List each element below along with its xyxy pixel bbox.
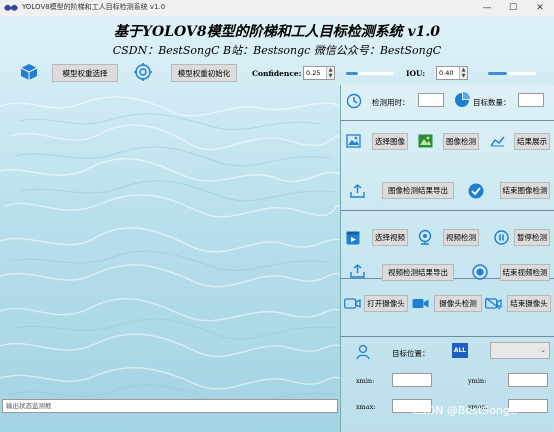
close-camera-button[interactable]: 结束摄像头 [507, 295, 551, 312]
divider [340, 120, 554, 121]
cube-icon [20, 64, 38, 80]
model-weight-init-button[interactable]: 模型权重初始化 [171, 64, 237, 82]
confidence-value: 0.25 [306, 69, 321, 77]
photo-detect-icon [418, 134, 433, 148]
window-title: YOLOV8模型的阶梯和工人目标检测系统 v1.0 [22, 3, 166, 11]
camera-icon [344, 298, 361, 309]
webcam-icon [418, 229, 432, 245]
image-export-button[interactable]: 图像检测结果导出 [382, 182, 454, 199]
ymin-label: ymin: [468, 377, 487, 385]
divider [340, 336, 554, 337]
image-detect-button[interactable]: 图像检测 [443, 133, 479, 150]
window-titlebar: YOLOV8模型的阶梯和工人目标检测系统 v1.0 — ☐ ✕ [0, 0, 554, 17]
xmax-label: xmax: [356, 403, 376, 411]
video-export-button[interactable]: 视频检测结果导出 [382, 264, 454, 281]
line-chart-icon [490, 136, 505, 147]
video-file-icon [346, 231, 360, 245]
select-video-button[interactable]: 选择视频 [372, 229, 408, 246]
main-window: 基于YOLOV8模型的阶梯和工人目标检测系统 v1.0 CSDN：BestSon… [0, 16, 554, 432]
open-camera-button[interactable]: 打开摄像头 [364, 295, 408, 312]
confidence-label: Confidence: [252, 69, 302, 78]
confidence-slider-fill [346, 72, 358, 75]
close-icon[interactable]: ✕ [527, 0, 553, 16]
image-icon [346, 134, 361, 148]
output-status-box[interactable]: 输出状态监测框 [2, 399, 338, 413]
ymin-value [508, 373, 548, 387]
target-position-label: 目标位置： [392, 349, 430, 358]
end-image-detect-button[interactable]: 结束图像检测 [500, 182, 550, 199]
confidence-slider[interactable] [346, 72, 394, 75]
detection-time-label: 检测用时： [372, 98, 410, 107]
spin-arrows-icon[interactable]: ▲ ▼ [326, 67, 334, 79]
location-person-icon [356, 344, 370, 360]
detection-time-value [418, 93, 444, 107]
minimize-icon[interactable]: — [474, 0, 500, 16]
target-count-label: 目标数量： [473, 98, 511, 107]
result-show-button[interactable]: 结果展示 [514, 133, 550, 150]
spin-arrows-icon[interactable]: ▲ ▼ [459, 67, 467, 79]
pause-detect-button[interactable]: 暂停检测 [514, 229, 550, 246]
page-subtitle: CSDN：BestSongC B站：Bestsongc 微信公众号：BestSo… [112, 44, 442, 57]
divider [340, 210, 554, 211]
export-icon [350, 184, 365, 198]
xmin-value [392, 373, 432, 387]
app-logo-icon [4, 4, 18, 11]
confidence-spinbox[interactable]: 0.25 ▲ ▼ [303, 66, 335, 80]
iou-slider[interactable] [488, 72, 536, 75]
target-count-value [518, 93, 544, 107]
camera-off-icon [485, 297, 502, 310]
pie-chart-icon [455, 92, 470, 107]
video-detect-button[interactable]: 视频检测 [443, 229, 479, 246]
pause-icon [494, 230, 509, 245]
camera-detect-button[interactable]: 摄像头检测 [434, 295, 482, 312]
all-badge-icon: ALL [452, 343, 468, 358]
settings-target-icon [134, 63, 152, 81]
iou-spinbox[interactable]: 0.40 ▲ ▼ [436, 66, 468, 80]
chevron-down-icon: ⌄ [540, 346, 546, 354]
export-icon [350, 264, 365, 278]
iou-slider-fill [488, 72, 508, 75]
video-camera-icon [412, 299, 429, 308]
clock-icon [346, 93, 362, 109]
iou-label: IOU: [406, 69, 426, 78]
record-stop-icon [472, 264, 488, 280]
maximize-icon[interactable]: ☐ [500, 0, 526, 16]
check-circle-icon [468, 183, 484, 199]
xmin-label: xmin: [356, 377, 375, 385]
csdn-watermark: CSDN @BestSongC [412, 404, 518, 417]
page-title: 基于YOLOV8模型的阶梯和工人目标检测系统 v1.0 [114, 24, 440, 40]
end-video-detect-button[interactable]: 结束视频检测 [500, 264, 550, 281]
target-select-dropdown[interactable]: ⌄ [490, 342, 550, 359]
iou-value: 0.40 [439, 69, 454, 77]
select-image-button[interactable]: 选择图像 [372, 133, 408, 150]
model-weight-select-button[interactable]: 模型权重选择 [52, 64, 118, 82]
